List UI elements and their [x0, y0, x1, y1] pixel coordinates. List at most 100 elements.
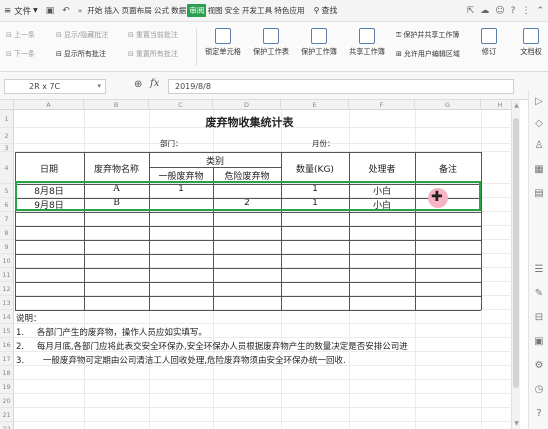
protect-workbook-button[interactable]: 保护工作簿: [296, 28, 342, 57]
more-options-icon[interactable]: ⋮: [521, 6, 530, 16]
spreadsheet-grid[interactable]: A B C D E F G H 1 2 3 4 5 6 7 8 9 10 11 12 13 14 15 16 1…: [0, 100, 520, 429]
row-header-18[interactable]: 18: [0, 366, 14, 380]
pointer-icon[interactable]: ▷: [533, 96, 545, 108]
scroll-down-icon[interactable]: ▼: [512, 420, 521, 427]
edit-icon[interactable]: ✎: [533, 288, 545, 300]
save-icon[interactable]: ▣: [46, 6, 55, 16]
row-header-10[interactable]: 10: [0, 254, 14, 268]
lock-cell-button[interactable]: 锁定单元格: [200, 28, 246, 57]
note-2-text: 每月月底,各部门应将此表交安全环保办,安全环保办人员根据废弃物产生的数量决定是否…: [36, 342, 408, 352]
next-comment-button[interactable]: ⊟ 下一条: [6, 49, 35, 59]
show-hide-comments-button[interactable]: ⊟ 显示/隐藏批注: [56, 30, 108, 40]
grid-icon[interactable]: ▤: [533, 188, 545, 200]
row-header-1[interactable]: 1: [0, 110, 14, 128]
document-rights-label: 文档权: [520, 47, 542, 56]
image-icon[interactable]: ▣: [533, 336, 545, 348]
row-header-20[interactable]: 20: [0, 394, 14, 408]
column-header-d[interactable]: D: [213, 100, 281, 110]
collapse-ribbon-icon[interactable]: ⌃: [536, 6, 544, 16]
row-header-8[interactable]: 8: [0, 226, 14, 240]
row-header-19[interactable]: 19: [0, 380, 14, 394]
tab-page-layout[interactable]: 页面布局: [121, 4, 153, 17]
column-header-e[interactable]: E: [281, 100, 349, 110]
row-header-14[interactable]: 14: [0, 310, 14, 324]
chevron-down-icon: ▼: [33, 7, 38, 14]
row-header-5[interactable]: 5: [0, 184, 14, 198]
search-button[interactable]: ⚲ 查找: [314, 5, 338, 16]
row-header-6[interactable]: 6: [0, 198, 14, 212]
selection-range: [15, 181, 481, 211]
row-header-4[interactable]: 4: [0, 152, 14, 184]
file-menu[interactable]: ≡ 文件 ▼: [0, 5, 42, 17]
protect-share-button[interactable]: ⚿ 保护并共享工作簿: [396, 30, 459, 40]
tab-developer[interactable]: 开发工具: [241, 4, 273, 17]
formula-input[interactable]: 2019/8/8: [168, 79, 514, 94]
row-header-7[interactable]: 7: [0, 212, 14, 226]
row-header-21[interactable]: 21: [0, 408, 14, 422]
row-header-9[interactable]: 9: [0, 240, 14, 254]
column-header-a[interactable]: A: [14, 100, 84, 110]
tab-special-apps[interactable]: 特色应用: [273, 4, 305, 17]
tab-data[interactable]: 数据: [170, 4, 187, 17]
history-icon[interactable]: ◷: [533, 384, 545, 396]
column-header-f[interactable]: F: [349, 100, 415, 110]
prev-comment-button[interactable]: ⊟ 上一条: [6, 30, 35, 40]
row-header-12[interactable]: 12: [0, 282, 14, 296]
row-header-11[interactable]: 11: [0, 268, 14, 282]
zoom-icon[interactable]: ⊕: [134, 79, 142, 90]
select-all-corner[interactable]: [0, 100, 14, 110]
tab-formulas[interactable]: 公式: [153, 4, 170, 17]
table-icon[interactable]: ▦: [533, 164, 545, 176]
column-header-b[interactable]: B: [84, 100, 149, 110]
lock-cell-label: 锁定单元格: [205, 47, 241, 56]
show-all-comments-button[interactable]: ⊟ 显示所有批注: [56, 49, 106, 59]
search-label: 查找: [321, 6, 338, 15]
track-changes-button[interactable]: 修订: [476, 28, 502, 57]
row-header-16[interactable]: 16: [0, 338, 14, 352]
share-icon[interactable]: ⇱: [467, 6, 475, 16]
shape-icon[interactable]: ◇: [533, 118, 545, 130]
property-icon[interactable]: ☰: [533, 264, 545, 276]
row-header-22[interactable]: 22: [0, 422, 14, 429]
gridline-row: [14, 393, 510, 394]
tab-security[interactable]: 安全: [224, 4, 241, 17]
column-header: A B C D E F G H: [0, 100, 520, 110]
tab-view[interactable]: 视图: [206, 4, 223, 17]
share-workbook-button[interactable]: 共享工作簿: [344, 28, 390, 57]
row-header-17[interactable]: 17: [0, 352, 14, 366]
allow-edit-ranges-label: 允许用户编辑区域: [403, 50, 460, 58]
vertical-scrollbar[interactable]: ▲ ▼: [511, 100, 520, 429]
stamp-icon[interactable]: ♙: [533, 140, 545, 152]
row-header-3[interactable]: 3: [0, 144, 14, 152]
feedback-icon[interactable]: ☺: [495, 6, 504, 16]
notes-title: 说明：: [16, 314, 42, 324]
row-header-15[interactable]: 15: [0, 324, 14, 338]
help-icon[interactable]: ?: [511, 6, 516, 16]
reset-current-comment-button[interactable]: ⊟ 重置当前批注: [128, 30, 178, 40]
more-icon[interactable]: »: [78, 7, 82, 15]
backup-icon[interactable]: ⊟: [533, 312, 545, 324]
row-header-13[interactable]: 13: [0, 296, 14, 310]
tab-review[interactable]: 审阅: [187, 4, 207, 17]
reset-current-comment-label: 重置当前批注: [135, 31, 178, 39]
column-header-g[interactable]: G: [415, 100, 481, 110]
share-workbook-label: 共享工作簿: [349, 47, 385, 56]
protect-sheet-button[interactable]: 保护工作表: [248, 28, 294, 57]
settings-icon[interactable]: ⚙: [533, 360, 545, 372]
scroll-up-icon[interactable]: ▲: [512, 102, 521, 109]
tab-home[interactable]: 开始: [86, 4, 103, 17]
allow-edit-ranges-button[interactable]: ⊞ 允许用户编辑区域: [396, 49, 460, 59]
table-border-line: [84, 152, 85, 310]
row-header-2[interactable]: 2: [0, 128, 14, 144]
help-sidebar-icon[interactable]: ?: [533, 408, 545, 420]
document-rights-button[interactable]: 文档权: [514, 28, 548, 57]
tab-insert[interactable]: 插入: [103, 4, 120, 17]
column-header-c[interactable]: C: [149, 100, 213, 110]
function-icon[interactable]: fx: [150, 78, 159, 89]
chevron-down-icon[interactable]: ▾: [97, 80, 101, 93]
undo-icon[interactable]: ↶: [62, 6, 70, 16]
name-box[interactable]: 2R x 7C ▾: [4, 79, 106, 94]
cloud-icon[interactable]: ☁: [480, 6, 489, 16]
scrollbar-thumb[interactable]: [513, 118, 519, 388]
reset-all-comments-button[interactable]: ⊟ 重置所有批注: [128, 49, 178, 59]
